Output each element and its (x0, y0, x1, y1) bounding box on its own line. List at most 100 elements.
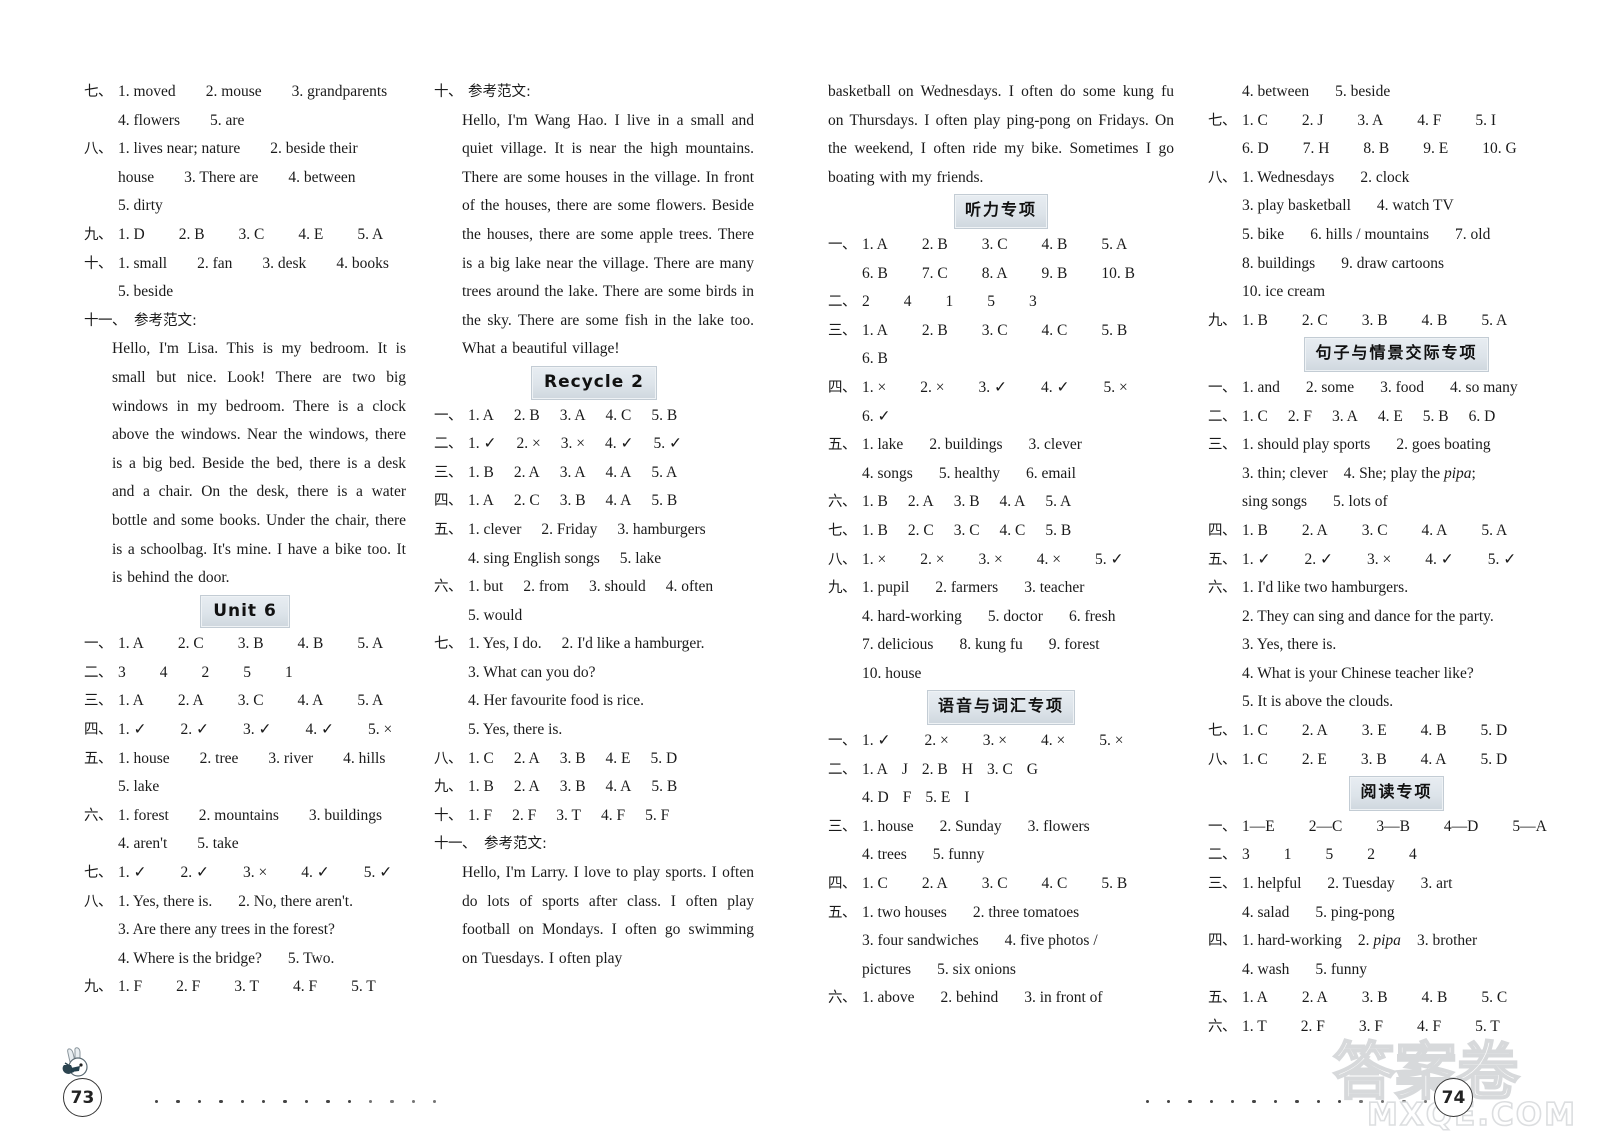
answer-line: 1. B 2. A 3. B 4. A 5. A (862, 488, 1174, 517)
answer-item: 3. desk (262, 254, 307, 272)
answer-item: I (964, 789, 970, 807)
phonetics-group-2: 二、 1. A J 2. B H 3. C G 4. D F 5. E I (828, 756, 1174, 813)
answer-item: 3. C (237, 692, 264, 710)
answer-item: 2. (1357, 932, 1374, 950)
ordinal-label: 四、 (434, 493, 463, 510)
ordinal-label: 五、 (1208, 551, 1237, 568)
answer-item: 1 (285, 663, 293, 681)
ordinal-label: 三、 (84, 693, 113, 710)
answer-item: 4. Where is the bridge? (118, 949, 262, 967)
answer-item: 5. bike (1242, 225, 1285, 243)
answer-item: 4. E (605, 749, 631, 767)
listening-group-8: 八、 1. × 2. × 3. × 4. × 5. ✓ (828, 546, 1174, 575)
answer-item: 1. A (862, 235, 888, 253)
answer-item: 5—A (1512, 817, 1547, 835)
page-number-right: 74 (1434, 1078, 1473, 1117)
answer-item: 4. songs (862, 464, 913, 482)
answer-line: 1. C 2. A 3. C 4. C 5. B (862, 870, 1174, 899)
answer-item: 1. F (118, 978, 143, 996)
section-header-listening: 听力专项 (828, 194, 1174, 229)
answer-item: 5. beside (1335, 83, 1391, 100)
answer-item: 4. F (600, 806, 626, 824)
answer-item: 3. × (1367, 550, 1392, 568)
phonetics-group-6: 六、 1. above 2. behind 3. in front of (828, 984, 1174, 1013)
answer-item: 1. × (862, 378, 887, 396)
answer-line: 4. aren't 5. take (118, 830, 406, 859)
ordinal-label: 四、 (1208, 933, 1237, 950)
sentence-group-3: 三、 1. should play sports 2. goes boating… (1208, 431, 1585, 517)
answer-item: 1. Yes, I do. (468, 635, 542, 653)
unit6-chip: Unit 6 (200, 594, 290, 629)
answer-line: 1. ✓ 2. ✓ 3. × 4. ✓ 5. ✓ (118, 859, 406, 888)
answer-item: 3. in front of (1024, 989, 1103, 1007)
answer-item: 5. ✓ (653, 435, 683, 453)
answer-item: 4. salad (1242, 903, 1290, 921)
answer-line: 4. Her favourite food is rice. (468, 692, 645, 710)
answer-item: 5. B (1101, 875, 1128, 893)
answer-item: 5. B (1045, 521, 1072, 539)
answer-item: 3. C (238, 225, 265, 243)
answer-line: 1. Wednesdays 2. clock (1242, 164, 1585, 193)
answer-item: 4. ✓ (1041, 378, 1070, 396)
ordinal-label: 四、 (828, 876, 857, 893)
answer-line: 1. A 2. B 3. A 4. C 5. B (468, 402, 754, 431)
answer-item: 5. A (651, 463, 678, 481)
answer-item: 2. behind (940, 989, 999, 1007)
answer-item: 4. C (999, 521, 1026, 539)
recycle2-chip: Recycle 2 (531, 365, 657, 400)
answer-item: 6. B (862, 350, 888, 368)
sentence-group-1: 一、 1. and 2. some 3. food 4. so many (1208, 374, 1585, 403)
phonetics-group-1: 一、 1. ✓ 2. × 3. × 4. × 5. × (828, 727, 1174, 756)
ordinal-label: 九、 (84, 226, 113, 243)
ordinal-label: 一、 (828, 733, 857, 750)
answer-item: 5. lake (619, 549, 662, 567)
answer-item: 3. play basketball (1242, 197, 1351, 215)
answer-line: 1. ✓ 2. ✓ 3. × 4. ✓ 5. ✓ (1242, 546, 1585, 575)
footer-right: 答案卷 MXQE.COM 74 (800, 1034, 1599, 1139)
answer-item: 4. A (1420, 750, 1447, 768)
answer-line: 1. B 2. A 3. B 4. A 5. B (468, 773, 754, 802)
ordinal-label: 四、 (828, 379, 857, 396)
answer-item: 5. ✓ (1487, 550, 1517, 568)
answer-item: 3 (1029, 293, 1037, 311)
answer-item: 3. A (559, 406, 586, 424)
answer-line: 10. ice cream (1242, 278, 1585, 307)
answer-line: 1. ✓ 2. × 3. × 4. × 5. × (862, 727, 1174, 756)
answer-item: 10. G (1482, 140, 1517, 158)
ordinal-label: 六、 (828, 494, 857, 511)
answer-item: 4. sing English songs (468, 549, 600, 567)
answer-item: 2. × (516, 435, 541, 453)
answer-item: 4. A (297, 692, 324, 710)
answer-item: 1. C (1242, 722, 1268, 740)
answer-item: 10. B (1101, 264, 1135, 282)
ordinal-label: 六、 (828, 990, 857, 1007)
ordinal-label: 二、 (828, 761, 857, 778)
answer-item: 1. ✓ (1242, 550, 1271, 568)
answer-item: 2. A (177, 692, 204, 710)
sentence-comm-chip: 句子与情景交际专项 (1304, 337, 1489, 372)
answer-item: 3. × (982, 732, 1007, 750)
answer-item: 1. above (862, 989, 915, 1007)
answer-item: 3. food (1380, 378, 1425, 396)
phonetics-group-8: 八、 1. Wednesdays 2. clock 3. play basket… (1208, 164, 1585, 307)
answer-item: 1. hard-working (1242, 932, 1342, 950)
sentence-group-8: 八、 1. C 2. E 3. B 4. A 5. D (1208, 746, 1585, 775)
model-essay-label: 参考范文: (468, 84, 531, 100)
answer-item: 2. mountains (198, 806, 279, 824)
answer-item: 5. A (357, 635, 384, 653)
answer-item: 5 (243, 663, 251, 681)
answer-item: 3. teacher (1024, 579, 1085, 597)
answer-line: 8. buildings 9. draw cartoons (1242, 250, 1585, 279)
answer-item: 2. C (907, 521, 934, 539)
answer-item: 3. C (986, 760, 1013, 778)
answer-item: 2. three tomatoes (972, 903, 1080, 921)
answer-item: 2. A (513, 749, 540, 767)
answer-item: 9. E (1423, 140, 1449, 158)
answer-item: 3. ✓ (243, 721, 272, 739)
answer-item: 6. B (862, 264, 888, 282)
answer-item: 7. old (1455, 225, 1491, 243)
answer-line: 2. They can sing and dance for the party… (1242, 607, 1494, 625)
sentence-group-2: 二、 1. C 2. F 3. A 4. E 5. B 6. D (1208, 403, 1585, 432)
phonetics-group-5: 五、 1. two houses 2. three tomatoes 3. fo… (828, 899, 1174, 985)
answer-item: sing songs (1242, 493, 1308, 511)
